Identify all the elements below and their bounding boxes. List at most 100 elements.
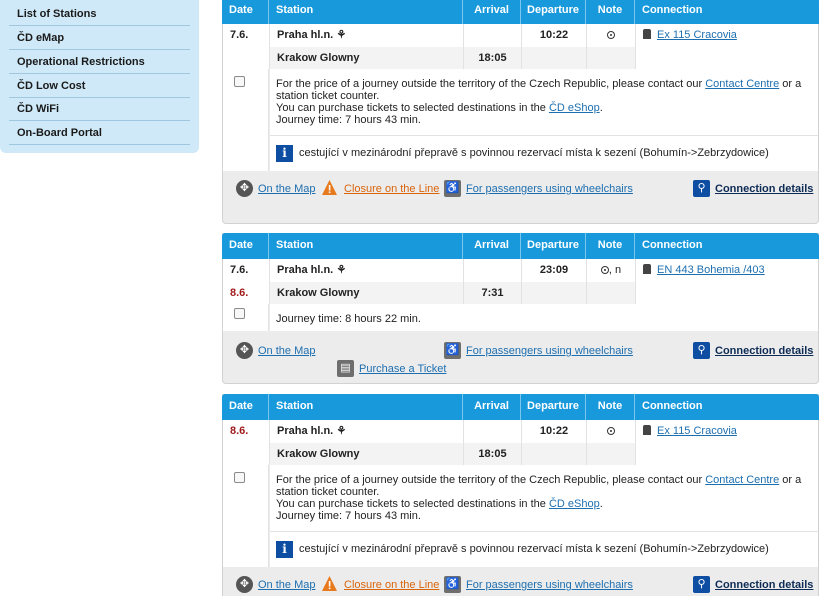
map-icon[interactable]: ✥ <box>236 342 253 359</box>
contact-centre-link[interactable]: Contact Centre <box>705 78 779 90</box>
eshop-text-end: . <box>599 498 603 510</box>
train-link[interactable]: Ex 115 Cracovia <box>635 24 818 47</box>
arrival-time: 18:05 <box>463 443 521 465</box>
arrival-time: 7:31 <box>463 282 521 304</box>
journey-time: Journey time: 8 hours 22 min. <box>276 313 421 325</box>
table-row: 7.6. Praha hl.n. ⚘ 10:22 Ex 115 Cracovia <box>223 24 818 47</box>
info-icon: i <box>276 541 293 558</box>
from-station: Praha hl.n. ⚘ <box>269 420 463 443</box>
to-station: Krakow Glowny <box>269 47 463 69</box>
header-departure: Departure <box>520 394 585 420</box>
to-station: Krakow Glowny <box>269 282 463 304</box>
journey-time: Journey time: 7 hours 43 min. <box>276 510 421 522</box>
arrival-time <box>463 420 521 443</box>
restaurant-icon: ⚘ <box>336 425 347 437</box>
restaurant-icon: ⚘ <box>336 264 347 276</box>
header-arrival: Arrival <box>462 0 520 24</box>
select-checkbox[interactable] <box>234 76 245 87</box>
on-the-map-link[interactable]: On the Map <box>258 579 315 591</box>
station-name: Praha hl.n. <box>277 29 334 41</box>
sidebar-item-on-board-portal[interactable]: On-Board Portal <box>9 121 190 145</box>
magnifier-icon[interactable]: ⚲ <box>693 342 710 359</box>
header-departure: Departure <box>520 233 585 259</box>
note <box>586 443 635 465</box>
departure-time <box>521 282 586 304</box>
sidebar-item-cd-low-cost[interactable]: ČD Low Cost <box>9 74 190 98</box>
connection-table-2: Date Station Arrival Departure Note Conn… <box>222 233 819 384</box>
connection-cell <box>635 282 818 304</box>
date <box>223 443 269 465</box>
to-station: Krakow Glowny <box>269 443 463 465</box>
on-the-map-link[interactable]: On the Map <box>258 183 315 195</box>
header-arrival: Arrival <box>462 394 520 420</box>
ticket-icon[interactable]: ▤ <box>337 360 354 377</box>
eshop-link[interactable]: ČD eShop <box>549 498 600 510</box>
sidebar-menu: List of Stations ČD eMap Operational Res… <box>0 0 199 153</box>
eshop-text: You can purchase tickets to selected des… <box>276 102 549 114</box>
station-name: Praha hl.n. <box>277 425 334 437</box>
select-checkbox[interactable] <box>234 472 245 483</box>
connection-table-3: Date Station Arrival Departure Note Conn… <box>222 394 819 596</box>
wheelchair-link[interactable]: For passengers using wheelchairs <box>466 579 633 591</box>
train-link[interactable]: Ex 115 Cracovia <box>635 420 818 443</box>
connection-details-link[interactable]: Connection details <box>715 183 813 195</box>
arrival-time <box>463 24 521 47</box>
from-station: Praha hl.n. ⚘ <box>269 24 463 47</box>
restaurant-icon: ⚘ <box>336 29 347 41</box>
header-station: Station <box>268 0 462 24</box>
header-departure: Departure <box>520 0 585 24</box>
header-connection: Connection <box>634 0 819 24</box>
wheelchair-icon: ♿ <box>444 180 461 197</box>
table-row: Krakow Glowny 18:05 <box>223 443 818 465</box>
sidebar-item-cd-wifi[interactable]: ČD WiFi <box>9 97 190 121</box>
departure-date: 8.6. <box>230 425 249 437</box>
on-the-map-link[interactable]: On the Map <box>258 345 315 357</box>
connection-cell <box>635 47 818 69</box>
map-icon[interactable]: ✥ <box>236 576 253 593</box>
train-name[interactable]: Ex 115 Cracovia <box>657 425 737 437</box>
header-note: Note <box>585 233 634 259</box>
table-row: Krakow Glowny 18:05 <box>223 47 818 69</box>
table-row: 8.6. Krakow Glowny 7:31 <box>223 282 818 304</box>
connection-cell <box>635 443 818 465</box>
wheelchair-icon: ♿ <box>444 576 461 593</box>
header-date: Date <box>229 239 253 251</box>
reservation-notice: i cestující v mezinárodní přepravě s pov… <box>270 531 818 567</box>
select-column <box>223 465 269 567</box>
train-link[interactable]: EN 443 Bohemia /403 <box>635 259 818 282</box>
contact-centre-link[interactable]: Contact Centre <box>705 474 779 486</box>
closure-on-line-link[interactable]: Closure on the Line <box>344 183 439 195</box>
select-checkbox[interactable] <box>234 308 245 319</box>
header-connection: Connection <box>634 394 819 420</box>
departure-time <box>521 443 586 465</box>
train-name[interactable]: Ex 115 Cracovia <box>657 29 737 41</box>
wheelchair-link[interactable]: For passengers using wheelchairs <box>466 183 633 195</box>
magnifier-icon[interactable]: ⚲ <box>693 576 710 593</box>
magnifier-icon[interactable]: ⚲ <box>693 180 710 197</box>
header-arrival: Arrival <box>462 233 520 259</box>
train-icon <box>643 29 651 39</box>
eshop-text-end: . <box>599 102 603 114</box>
info-icon: i <box>276 145 293 162</box>
train-name[interactable]: EN 443 Bohemia /403 <box>657 264 765 276</box>
table-row: 7.6. Praha hl.n. ⚘ 23:09 , n EN 443 Bohe… <box>223 259 818 282</box>
reservation-notice: i cestující v mezinárodní přepravě s pov… <box>270 135 818 171</box>
price-text: For the price of a journey outside the t… <box>276 78 706 90</box>
sidebar-item-list-of-stations[interactable]: List of Stations <box>9 2 190 26</box>
wheelchair-link[interactable]: For passengers using wheelchairs <box>466 345 633 357</box>
table-row: 8.6. Praha hl.n. ⚘ 10:22 Ex 115 Cracovia <box>223 420 818 443</box>
note <box>586 47 635 69</box>
note-text: , n <box>608 264 622 276</box>
eshop-link[interactable]: ČD eShop <box>549 102 600 114</box>
header-station: Station <box>268 233 462 259</box>
connection-details-link[interactable]: Connection details <box>715 579 813 591</box>
connection-footer: ✥ On the Map Closure on the Line ♿ For p… <box>223 570 818 596</box>
connection-details-link[interactable]: Connection details <box>715 345 813 357</box>
map-icon[interactable]: ✥ <box>236 180 253 197</box>
date: 7.6. <box>230 264 249 276</box>
select-column <box>223 304 269 331</box>
closure-on-line-link[interactable]: Closure on the Line <box>344 579 439 591</box>
purchase-ticket-link[interactable]: Purchase a Ticket <box>359 363 446 375</box>
sidebar-item-cd-emap[interactable]: ČD eMap <box>9 26 190 50</box>
sidebar-item-operational-restrictions[interactable]: Operational Restrictions <box>9 50 190 74</box>
